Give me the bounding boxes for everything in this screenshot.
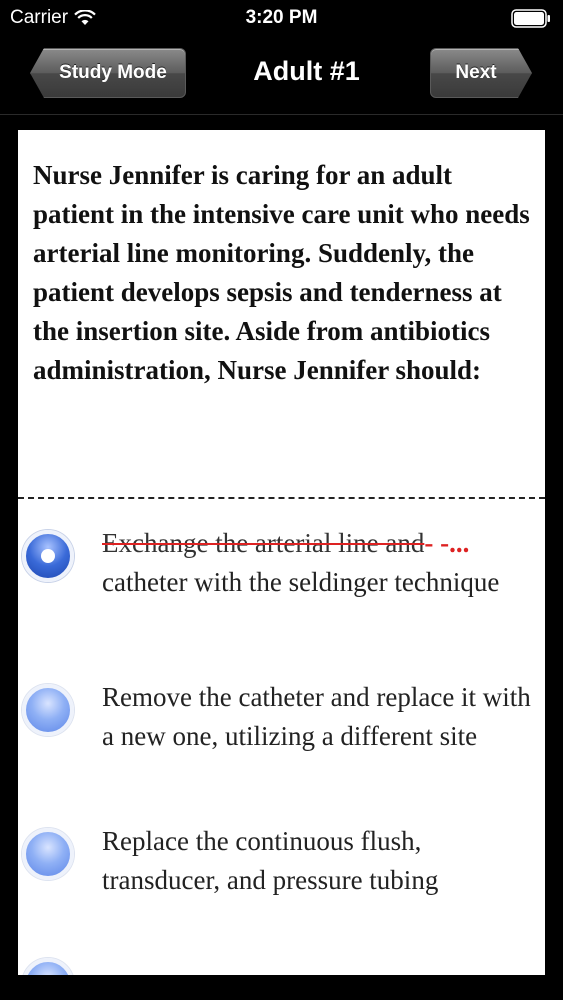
app-screen: Carrier 3:20 PM Study Mode Adult #1 Next… bbox=[0, 0, 563, 1000]
status-bar: Carrier 3:20 PM bbox=[0, 0, 563, 36]
answer-option-1-text: Exchange the arterial line and- -... cat… bbox=[102, 524, 533, 602]
struck-text: Exchange the arterial line and bbox=[102, 528, 425, 558]
study-mode-label: Study Mode bbox=[59, 62, 167, 83]
answer-option-2-text: Remove the catheter and replace it with … bbox=[102, 682, 531, 751]
next-button[interactable]: Next bbox=[430, 48, 532, 98]
radio-button-selected-icon[interactable] bbox=[22, 530, 74, 582]
section-divider bbox=[18, 497, 545, 499]
battery-icon bbox=[511, 9, 550, 28]
study-mode-button[interactable]: Study Mode bbox=[30, 48, 186, 98]
status-time: 3:20 PM bbox=[245, 7, 318, 28]
answer-option-3-text: Replace the continuous flush, transducer… bbox=[102, 826, 439, 895]
struck-trail: - -... bbox=[424, 528, 470, 558]
question-text: Nurse Jennifer is caring for an adult pa… bbox=[33, 160, 530, 385]
next-label: Next bbox=[455, 62, 497, 83]
radio-button-icon[interactable] bbox=[22, 828, 74, 880]
radio-button-icon[interactable] bbox=[22, 684, 74, 736]
radio-button-icon[interactable] bbox=[22, 958, 74, 975]
navigation-bar: Study Mode Adult #1 Next bbox=[0, 36, 563, 115]
question-card: Nurse Jennifer is caring for an adult pa… bbox=[18, 130, 545, 975]
page-title: Adult #1 bbox=[253, 56, 360, 86]
answer-option-1-rest: catheter with the seldinger technique bbox=[102, 567, 500, 597]
